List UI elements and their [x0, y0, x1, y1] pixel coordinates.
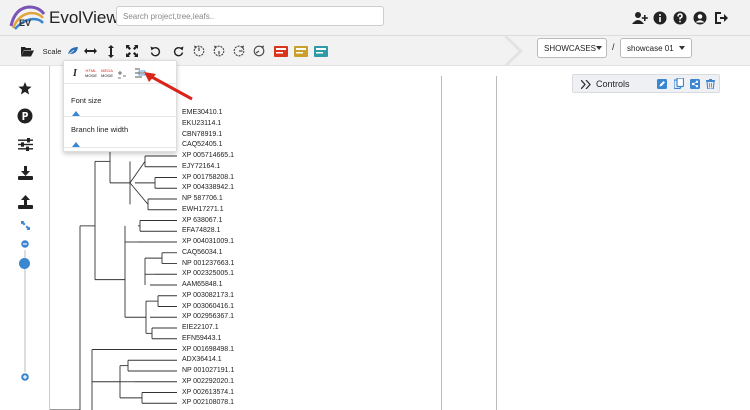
tree-branch — [129, 182, 149, 205]
tree-leaf-label[interactable]: EKU23114.1 — [182, 120, 221, 128]
tree-leaf-label[interactable]: XP 001698498.1 — [182, 346, 234, 354]
mega-format-icon[interactable] — [117, 67, 127, 80]
showcase-item-dropdown[interactable]: showcase 01 — [620, 38, 692, 58]
rotate-right-180-icon[interactable] — [252, 42, 266, 60]
favorite-star-icon[interactable] — [15, 78, 35, 98]
expand-horizontal-icon[interactable] — [83, 42, 97, 60]
tree-leaf-label[interactable]: NP 001237663.1 — [182, 260, 234, 268]
branch-line-width-label: Branch line width — [71, 125, 129, 134]
tree-leaf-label[interactable]: XP 002325005.1 — [182, 270, 234, 278]
tree-leaf-label[interactable]: XP 638067.1 — [182, 217, 222, 225]
selector-separator: / — [612, 42, 615, 52]
mega-mode-button[interactable]: MEGA MODE — [100, 68, 114, 78]
logout-icon[interactable] — [713, 10, 729, 26]
evolview-logo[interactable]: EV — [9, 4, 47, 32]
popup-divider — [64, 116, 177, 117]
parking-p-icon[interactable] — [15, 106, 35, 126]
tree-leaf-label[interactable]: NP 587706.1 — [182, 195, 223, 203]
brand-title[interactable]: EvolView — [49, 8, 119, 28]
showcase-item-label: showcase 01 — [627, 43, 674, 53]
rotate-left-180-icon[interactable] — [212, 42, 226, 60]
tree-leaf-label[interactable]: EME30410.1 — [182, 109, 222, 117]
tree-leaf-label[interactable]: XP 004338942.1 — [182, 184, 234, 192]
tree-leaf-label[interactable]: EFA74828.1 — [182, 227, 221, 235]
export-png-icon[interactable] — [293, 42, 309, 60]
html-mode-bottom: MODE — [85, 73, 97, 78]
export-svg-icon[interactable] — [313, 42, 329, 60]
toolbar-chevron-divider — [505, 36, 524, 66]
tree-leaf-label[interactable]: CAQ52405.1 — [182, 141, 222, 149]
share-icon[interactable] — [689, 78, 700, 89]
add-user-icon[interactable] — [632, 10, 648, 26]
tree-leaf-label[interactable]: AAM65848.1 — [182, 281, 222, 289]
double-chevron-right-icon[interactable] — [581, 80, 591, 89]
font-size-label: Font size — [71, 96, 102, 105]
tree-leaf-label[interactable]: XP 002108078.1 — [182, 399, 234, 407]
tree-leaf-label[interactable]: XP 003082173.1 — [182, 292, 234, 300]
annotation-arrow — [144, 72, 193, 101]
account-icon[interactable] — [692, 10, 708, 26]
italic-button[interactable]: I — [73, 68, 77, 79]
rotate-cw-icon[interactable] — [171, 42, 185, 60]
tree-leaf-label[interactable]: EWH17271.1 — [182, 206, 224, 214]
info-icon[interactable] — [652, 10, 668, 26]
tree-leaf-label[interactable]: ADX36414.1 — [182, 356, 222, 364]
search-input[interactable] — [116, 6, 384, 26]
left-sidebar — [0, 66, 50, 410]
rotate-right-90-icon[interactable] — [232, 42, 246, 60]
tree-leaf-label[interactable]: XP 001758208.1 — [182, 174, 234, 182]
mega-mode-bottom: MODE — [101, 73, 113, 78]
trash-icon[interactable] — [705, 78, 716, 89]
tree-leaf-label[interactable]: CBN78919.1 — [182, 131, 222, 139]
showcases-dropdown[interactable]: SHOWCASES — [537, 38, 607, 58]
tree-branch — [129, 161, 146, 184]
rotate-left-90-icon[interactable] — [192, 42, 206, 60]
leaf-style-icon[interactable] — [66, 42, 80, 60]
tree-leaf-label[interactable]: XP 002613574.1 — [182, 389, 234, 397]
copy-icon[interactable] — [673, 78, 684, 89]
tree-leaf-label[interactable]: XP 003060416.1 — [182, 303, 234, 311]
zoom-out-icon[interactable] — [15, 237, 35, 251]
download-icon[interactable] — [15, 163, 35, 183]
logo-text: EV — [19, 18, 31, 28]
chevron-down-icon — [596, 46, 603, 50]
export-pdf-icon[interactable] — [273, 42, 289, 60]
zoom-slider-handle[interactable] — [19, 258, 30, 269]
top-navbar: EV EvolView — [0, 0, 750, 36]
sliders-settings-icon[interactable] — [15, 134, 35, 154]
upload-icon[interactable] — [15, 192, 35, 212]
tree-leaf-label[interactable]: XP 004031009.1 — [182, 238, 234, 246]
zoom-in-icon[interactable] — [15, 370, 35, 384]
controls-label: Controls — [596, 79, 630, 89]
zoom-fit-icon[interactable] — [15, 218, 35, 232]
tree-leaf-label[interactable]: XP 002292020.1 — [182, 378, 234, 386]
help-icon[interactable] — [672, 10, 688, 26]
tree-leaf-label[interactable]: EFN59443.1 — [182, 335, 221, 343]
popup-divider — [64, 147, 177, 148]
expand-vertical-icon[interactable] — [104, 42, 118, 60]
folder-open-icon[interactable] — [20, 42, 34, 60]
tree-leaf-label[interactable]: XP 002956367.1 — [182, 313, 234, 321]
tree-leaf-label[interactable]: XP 005714665.1 — [182, 152, 234, 160]
tree-leaf-label[interactable]: EIE22107.1 — [182, 324, 219, 332]
tree-leaf-label[interactable]: NP 001027191.1 — [182, 367, 234, 375]
scale-label[interactable]: Scale — [40, 42, 64, 60]
rotate-ccw-icon[interactable] — [148, 42, 162, 60]
html-mode-button[interactable]: HTML MODE — [84, 68, 98, 78]
fit-screen-icon[interactable] — [125, 42, 139, 60]
edit-icon[interactable] — [656, 78, 667, 89]
chevron-down-icon — [679, 46, 685, 50]
showcases-dropdown-label: SHOWCASES — [544, 43, 597, 53]
tree-leaf-label[interactable]: CAQ56034.1 — [182, 249, 222, 257]
controls-panel[interactable]: Controls — [572, 74, 720, 93]
tree-leaf-label[interactable]: EJY72164.1 — [182, 163, 220, 171]
